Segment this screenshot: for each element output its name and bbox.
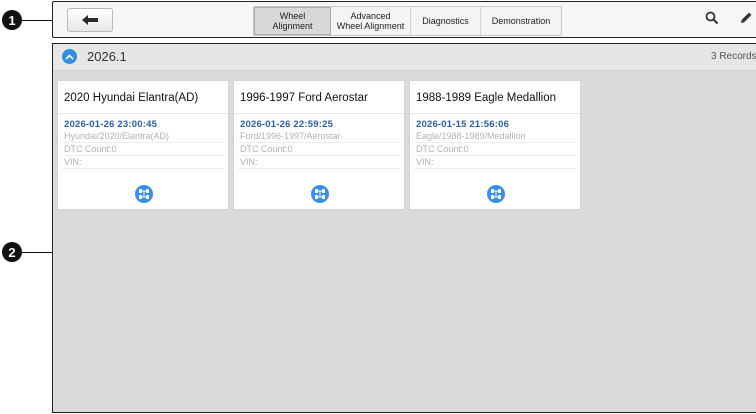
card-vehicle-title: 1988-1989 Eagle Medallion bbox=[416, 92, 557, 104]
card-divider bbox=[62, 142, 224, 143]
card-divider bbox=[238, 142, 400, 143]
collapse-group-button[interactable] bbox=[62, 49, 77, 64]
category-tabs: Wheel Alignment Advanced Wheel Alignment… bbox=[253, 6, 562, 36]
card-date: 2026-01-26 22:59:25 bbox=[240, 119, 334, 130]
history-card[interactable]: 1996-1997 Ford Aerostar 2026-01-26 22:59… bbox=[233, 80, 405, 210]
tab-advanced-wheel-alignment[interactable]: Advanced Wheel Alignment bbox=[331, 7, 411, 35]
callout-line-1 bbox=[22, 20, 52, 21]
card-divider bbox=[410, 113, 580, 114]
tab-diagnostics[interactable]: Diagnostics bbox=[411, 7, 481, 35]
pencil-icon[interactable] bbox=[739, 11, 753, 25]
card-divider bbox=[62, 155, 224, 156]
tab-label-line2: Wheel Alignment bbox=[336, 21, 405, 31]
card-vehicle-title: 2020 Hyundai Elantra(AD) bbox=[64, 92, 199, 104]
card-divider bbox=[414, 155, 576, 156]
wheel-alignment-icon bbox=[315, 189, 325, 199]
card-vehicle-title: 1996-1997 Ford Aerostar bbox=[240, 92, 368, 104]
card-dtc-count: DTC Count:0 bbox=[64, 144, 117, 154]
card-vin: VIN: bbox=[64, 157, 82, 167]
callout-line-2 bbox=[22, 252, 52, 253]
group-header: 2026.1 3 Records bbox=[53, 44, 756, 71]
records-count: 3 Records bbox=[711, 51, 756, 62]
card-divider bbox=[62, 168, 224, 169]
tab-wheel-alignment[interactable]: Wheel Alignment bbox=[254, 7, 331, 35]
tab-label: Wheel Alignment bbox=[272, 11, 313, 31]
tab-label: Demonstration bbox=[491, 16, 551, 26]
card-divider bbox=[414, 168, 576, 169]
wheel-alignment-button[interactable] bbox=[487, 185, 505, 203]
card-vehicle-path: Eagle/1988-1989/Medallion bbox=[416, 131, 526, 141]
wheel-alignment-icon bbox=[139, 189, 149, 199]
card-divider bbox=[238, 168, 400, 169]
history-card[interactable]: 1988-1989 Eagle Medallion 2026-01-15 21:… bbox=[409, 80, 581, 210]
wheel-alignment-button[interactable] bbox=[135, 185, 153, 203]
back-arrow-icon bbox=[82, 15, 98, 25]
callout-marker-1: 1 bbox=[2, 10, 22, 30]
card-divider bbox=[58, 113, 228, 114]
group-title: 2026.1 bbox=[87, 49, 127, 64]
wheel-alignment-button[interactable] bbox=[311, 185, 329, 203]
card-date: 2026-01-15 21:56:06 bbox=[416, 119, 510, 130]
card-vin: VIN: bbox=[240, 157, 258, 167]
wheel-alignment-icon bbox=[491, 189, 501, 199]
card-divider bbox=[234, 113, 404, 114]
tab-demonstration[interactable]: Demonstration bbox=[481, 7, 561, 35]
card-vehicle-path: Ford/1996-1997/Aerostar bbox=[240, 131, 341, 141]
card-vin: VIN: bbox=[416, 157, 434, 167]
top-toolbar: Wheel Alignment Advanced Wheel Alignment… bbox=[52, 1, 756, 38]
search-icon[interactable] bbox=[705, 11, 719, 25]
callout-marker-2: 2 bbox=[2, 242, 22, 262]
back-button[interactable] bbox=[67, 8, 113, 32]
history-content-panel: 2026.1 3 Records 2020 Hyundai Elantra(AD… bbox=[52, 43, 756, 413]
card-vehicle-path: Hyundai/2020/Elantra(AD) bbox=[64, 131, 170, 141]
tab-label-line1: Advanced bbox=[350, 11, 391, 21]
tab-label: Diagnostics bbox=[422, 16, 469, 26]
card-date: 2026-01-26 23:00:45 bbox=[64, 119, 158, 130]
chevron-up-icon bbox=[65, 53, 74, 60]
card-divider bbox=[238, 155, 400, 156]
card-dtc-count: DTC Count:0 bbox=[416, 144, 469, 154]
history-card[interactable]: 2020 Hyundai Elantra(AD) 2026-01-26 23:0… bbox=[57, 80, 229, 210]
card-dtc-count: DTC Count:0 bbox=[240, 144, 293, 154]
card-divider bbox=[414, 142, 576, 143]
